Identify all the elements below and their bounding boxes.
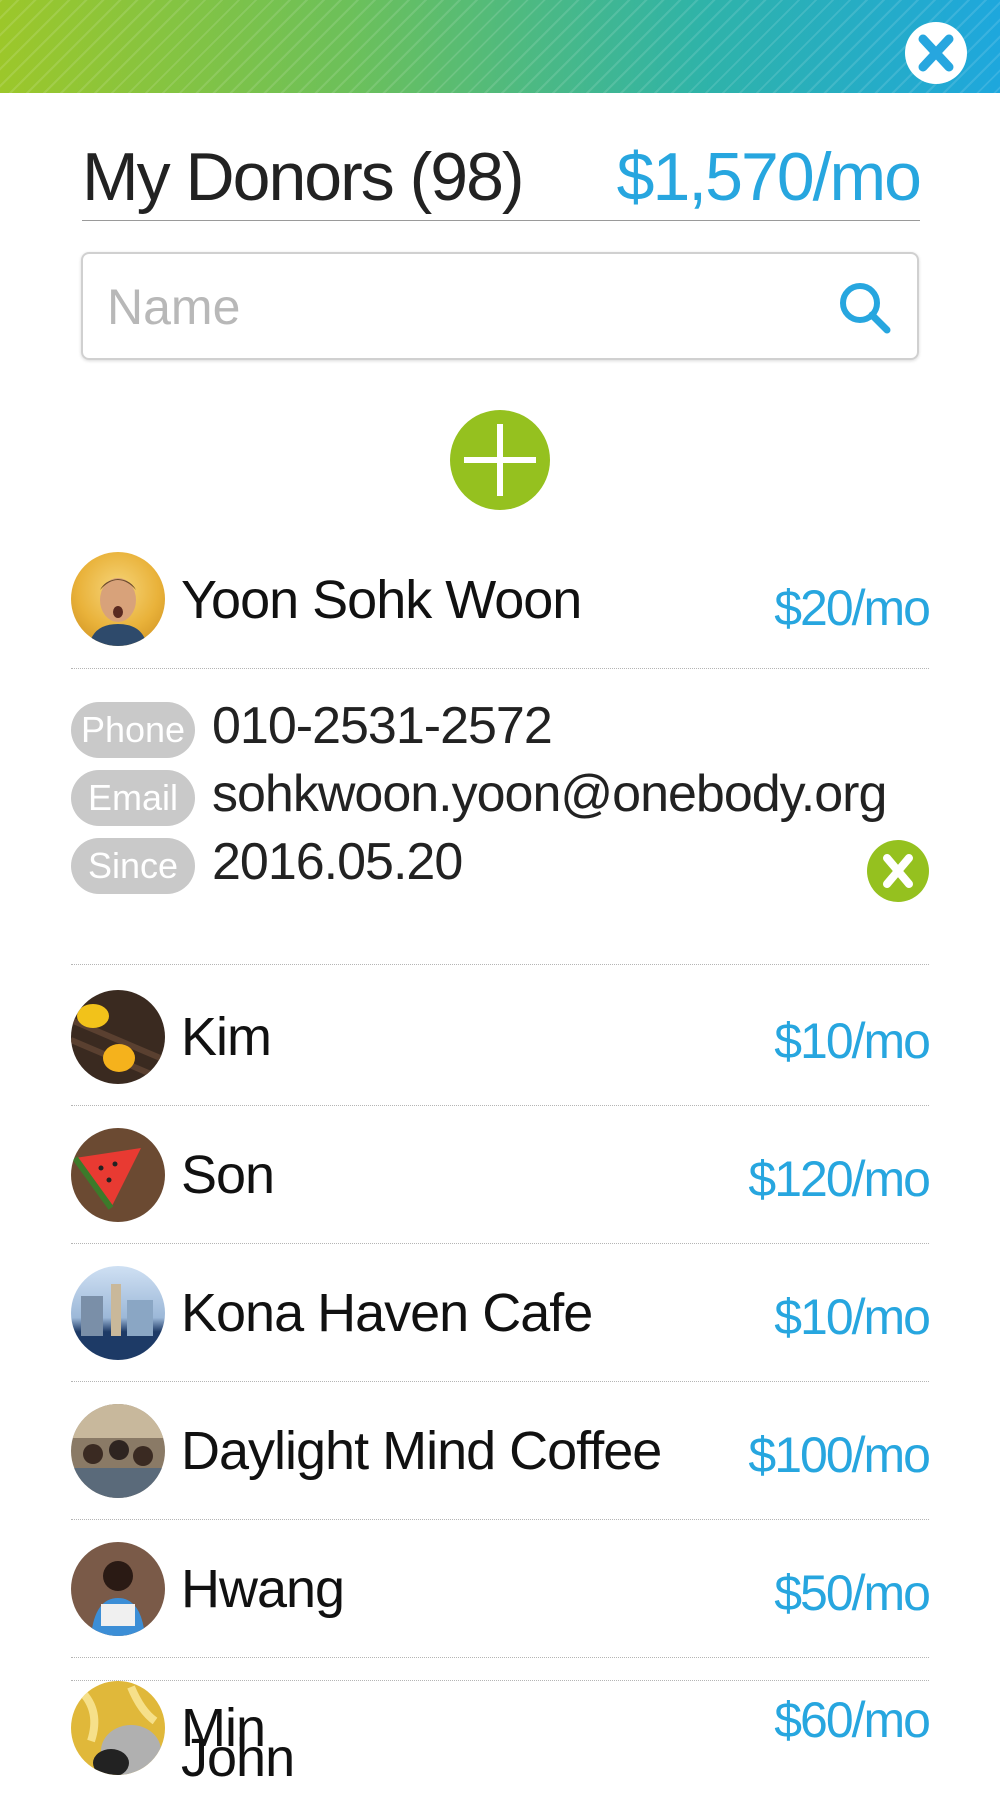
donor-name: Kona Haven Cafe <box>181 1283 593 1343</box>
search-input[interactable] <box>107 272 807 342</box>
donor-row[interactable]: Kim $10/mo <box>71 990 931 1106</box>
donor-amount: $100/mo <box>748 1427 931 1483</box>
donor-row[interactable]: Hwang $50/mo <box>71 1542 931 1658</box>
donor-name: John <box>181 1728 295 1788</box>
page-title: My Donors (98) <box>82 139 525 215</box>
search-box <box>81 252 919 360</box>
close-button[interactable] <box>905 22 967 84</box>
avatar <box>71 1681 165 1775</box>
email-value[interactable]: sohkwoon.yoon@onebody.org <box>212 764 887 824</box>
avatar <box>71 990 165 1084</box>
phone-value[interactable]: 010-2531-2572 <box>212 696 553 756</box>
donor-name: Hwang <box>181 1559 345 1619</box>
monthly-total: $1,570/mo <box>616 139 922 215</box>
avatar <box>71 1128 165 1222</box>
donor-name: Yoon Sohk Woon <box>181 570 582 630</box>
donor-amount: $20/mo <box>774 580 931 636</box>
donor-amount: $50/mo <box>774 1565 931 1621</box>
donor-amount: $10/mo <box>774 1013 931 1069</box>
donor-row[interactable]: Son $120/mo <box>71 1128 931 1244</box>
donor-amount: $60/mo <box>774 1692 931 1748</box>
remove-donor-button[interactable] <box>867 840 929 902</box>
since-label: Since <box>71 838 195 894</box>
avatar <box>71 1542 165 1636</box>
donor-row[interactable]: Min John $60/mo <box>71 1680 931 1796</box>
donor-row[interactable]: Daylight Mind Coffee $100/mo <box>71 1404 931 1520</box>
donor-details: Phone 010-2531-2572 Email sohkwoon.yoon@… <box>71 668 929 965</box>
donors-header: My Donors (98) $1,570/mo <box>82 130 922 221</box>
since-value: 2016.05.20 <box>212 833 463 891</box>
avatar <box>71 1266 165 1360</box>
donor-row[interactable]: Kona Haven Cafe $10/mo <box>71 1266 931 1382</box>
donor-name: Daylight Mind Coffee <box>181 1421 662 1481</box>
avatar <box>71 552 165 646</box>
search-icon[interactable] <box>835 278 895 338</box>
donor-amount: $120/mo <box>748 1151 931 1207</box>
email-label: Email <box>71 770 195 826</box>
add-donor-button[interactable] <box>450 410 550 510</box>
donor-name: Son <box>181 1145 275 1205</box>
plus-icon <box>464 424 536 496</box>
top-banner <box>0 0 1000 93</box>
donor-row-expanded[interactable]: Yoon Sohk Woon $20/mo <box>71 551 931 669</box>
close-icon <box>918 34 954 72</box>
close-icon <box>883 854 913 888</box>
donor-amount: $10/mo <box>774 1289 931 1345</box>
avatar <box>71 1404 165 1498</box>
phone-label: Phone <box>71 702 195 758</box>
donor-name: Kim <box>181 1007 272 1067</box>
